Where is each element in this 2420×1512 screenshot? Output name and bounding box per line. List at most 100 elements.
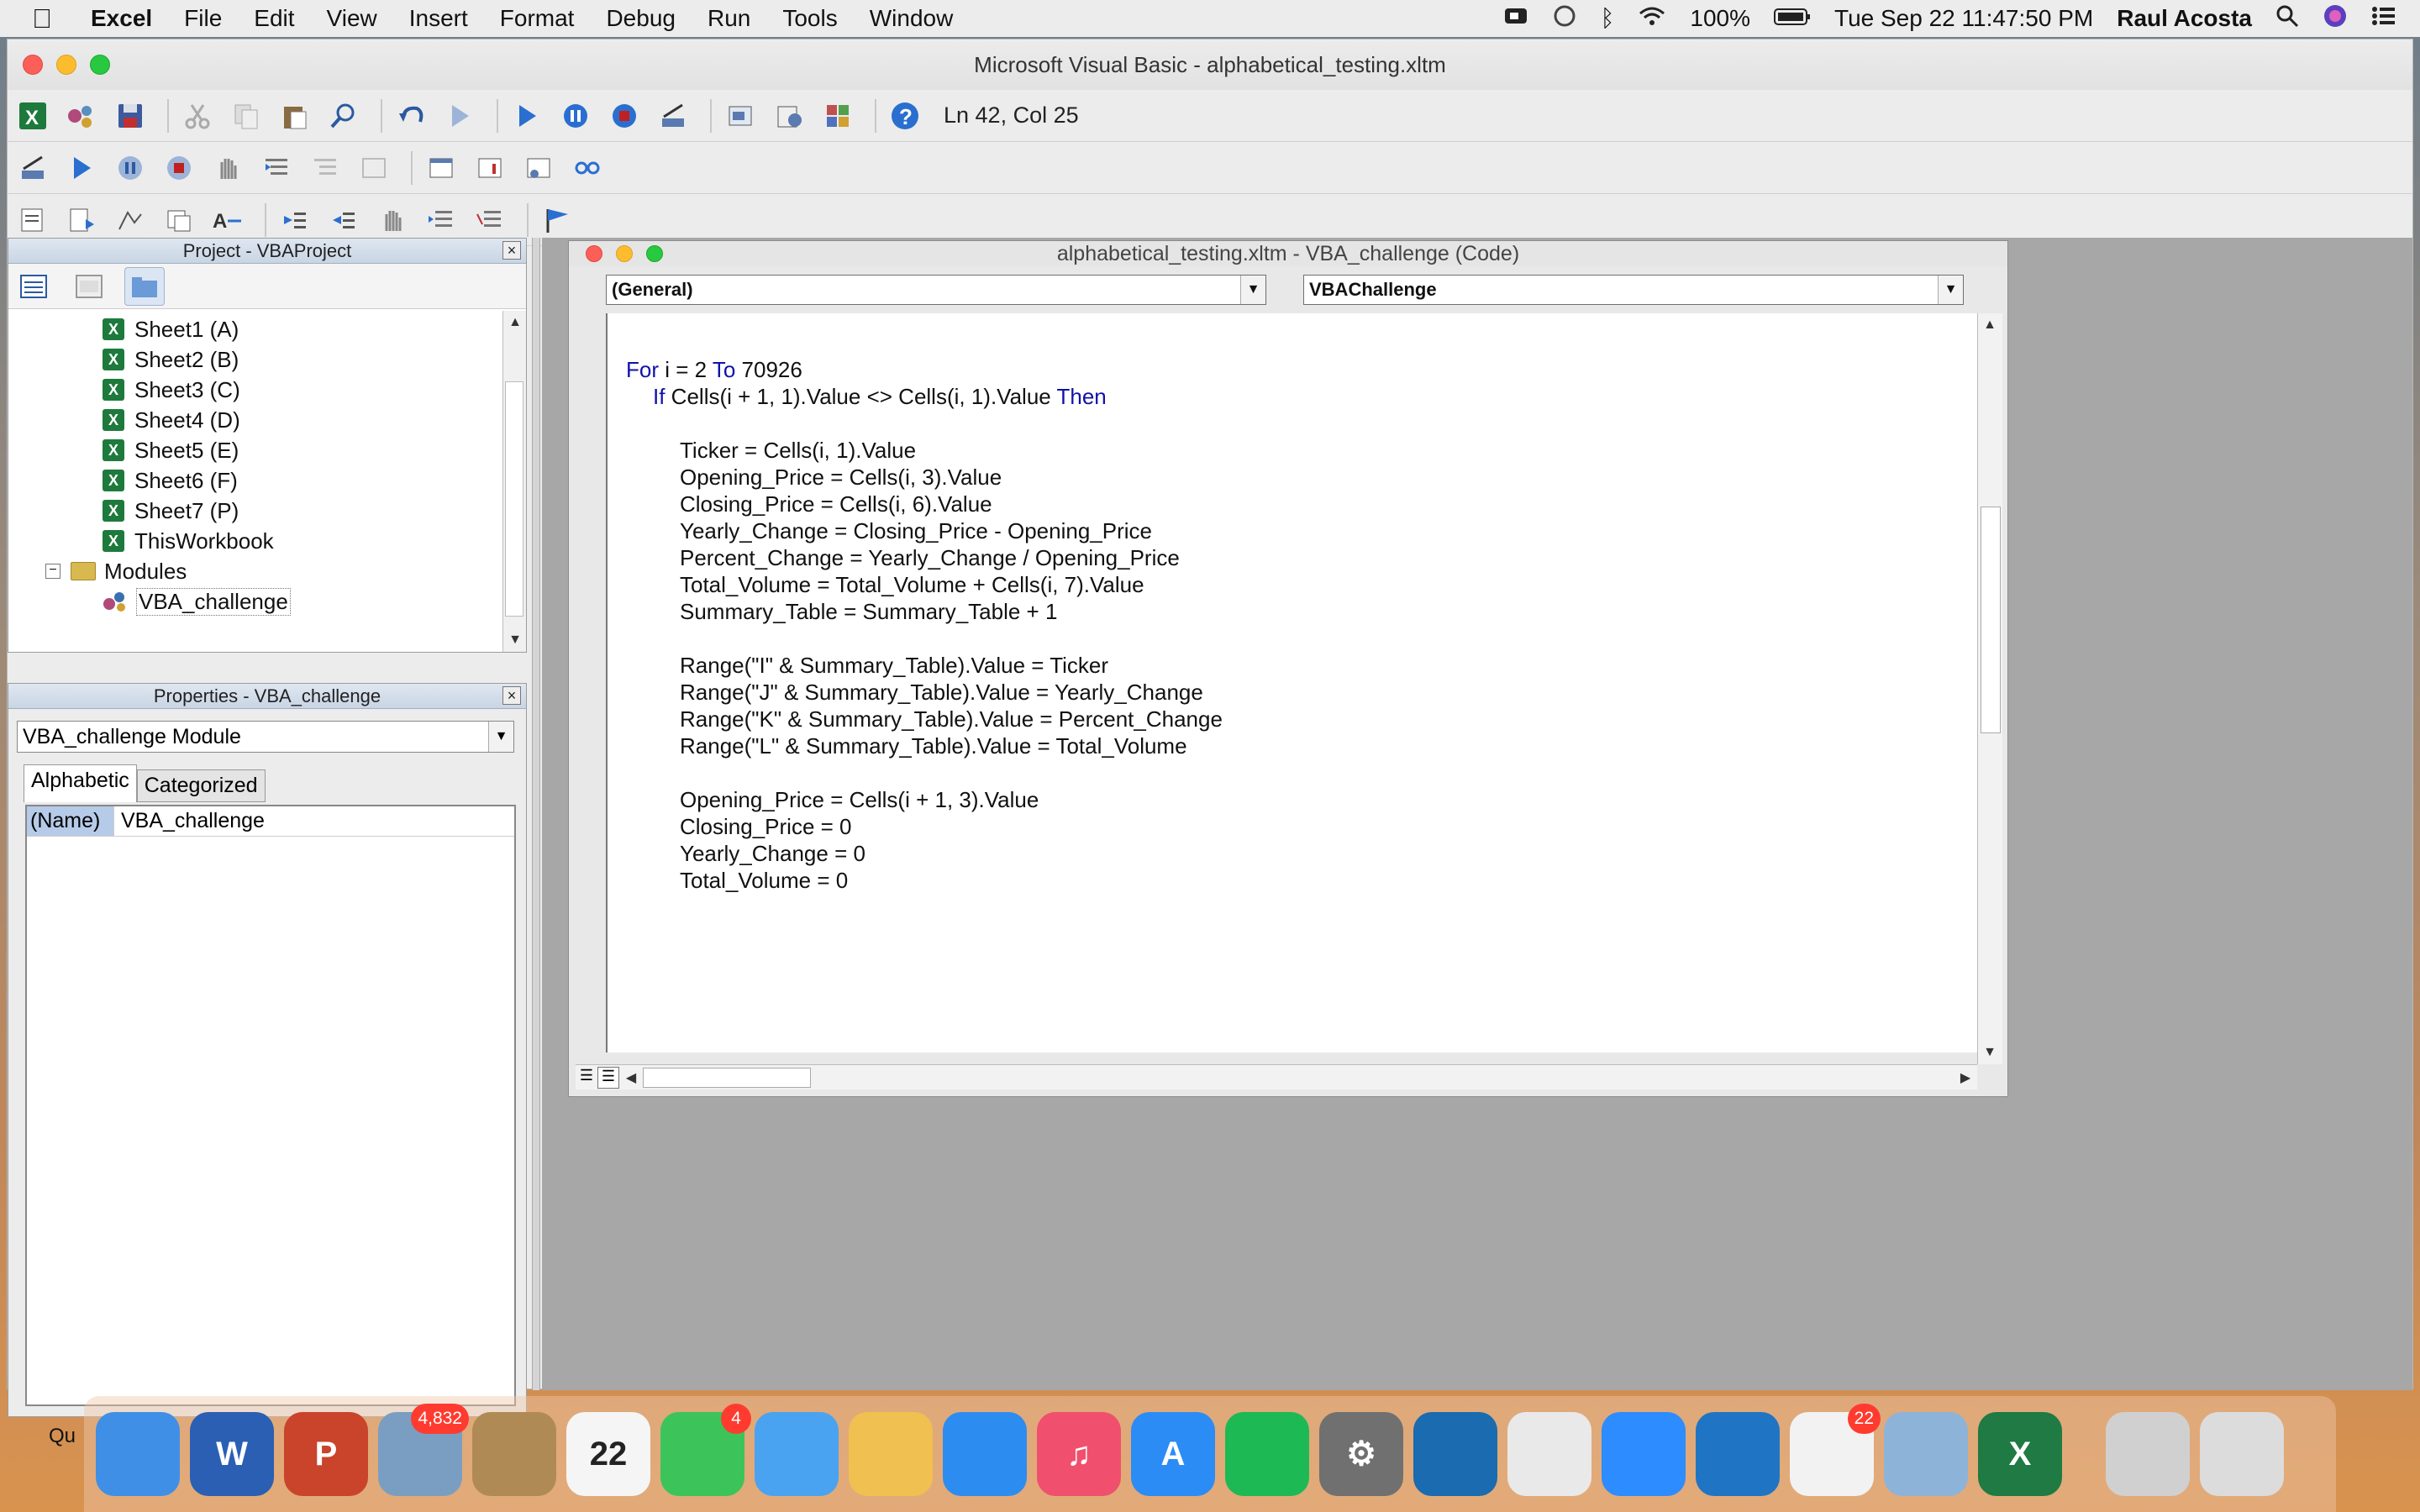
screenshot-icon[interactable] (2106, 1412, 2190, 1496)
comment-block-icon[interactable] (421, 201, 461, 239)
toggle-bookmark-icon[interactable] (537, 201, 577, 239)
scroll-up-icon[interactable]: ▲ (503, 311, 527, 334)
save-icon[interactable] (110, 97, 150, 135)
safari-icon[interactable] (943, 1412, 1027, 1496)
apple-menu-icon[interactable]:  (32, 3, 66, 34)
list-constants-icon[interactable] (61, 201, 102, 239)
close-window-button[interactable] (23, 55, 43, 75)
toggle-breakpoint-icon[interactable] (208, 149, 248, 187)
paste-icon[interactable] (275, 97, 315, 135)
contacts-icon[interactable] (472, 1412, 556, 1496)
camera-icon[interactable] (1503, 5, 1528, 33)
sync-icon[interactable] (1552, 3, 1577, 34)
battery-icon[interactable] (1774, 5, 1811, 32)
scrollbar-thumb[interactable] (643, 1067, 811, 1088)
toggle-breakpoint-icon[interactable] (372, 201, 413, 239)
webex-icon[interactable] (1413, 1412, 1497, 1496)
watch-window-icon[interactable] (518, 149, 559, 187)
design-mode-icon[interactable] (13, 149, 53, 187)
splitter[interactable] (532, 238, 540, 1390)
find-icon[interactable] (324, 97, 364, 135)
locals-window-icon[interactable] (421, 149, 461, 187)
tab-categorized[interactable]: Categorized (136, 769, 266, 802)
tab-alphabetic[interactable]: Alphabetic (24, 764, 137, 802)
step-into-icon[interactable] (256, 149, 297, 187)
menu-file[interactable]: File (184, 5, 222, 32)
tree-item-sheet7[interactable]: X Sheet7 (P) (8, 496, 502, 526)
scroll-up-icon[interactable]: ▲ (1978, 313, 2002, 337)
calendar-icon[interactable]: 22 (566, 1412, 650, 1496)
collapse-icon[interactable]: − (45, 564, 60, 579)
undo-icon[interactable] (391, 97, 431, 135)
redo-icon[interactable] (439, 97, 480, 135)
code-editor[interactable]: For i = 2 To 70926 If Cells(i + 1, 1).Va… (606, 313, 1984, 1053)
user-name[interactable]: Raul Acosta (2117, 5, 2252, 32)
reset-icon[interactable] (604, 97, 644, 135)
tree-item-thisworkbook[interactable]: X ThisWorkbook (8, 526, 502, 556)
menu-tools[interactable]: Tools (782, 5, 837, 32)
messages-icon[interactable] (755, 1412, 839, 1496)
tree-item-sheet2[interactable]: X Sheet2 (B) (8, 344, 502, 375)
siri-icon[interactable] (2323, 3, 2348, 34)
help-icon[interactable]: ? (885, 97, 925, 135)
app-store-icon[interactable]: A (1131, 1412, 1215, 1496)
finder-icon[interactable] (96, 1412, 180, 1496)
bluetooth-icon[interactable]: ᛒ (1601, 5, 1615, 32)
cut-icon[interactable] (177, 97, 218, 135)
run-icon[interactable] (61, 149, 102, 187)
full-module-view-icon[interactable]: ☰ (597, 1066, 619, 1089)
preview-icon[interactable] (1884, 1412, 1968, 1496)
view-excel-button[interactable]: X (13, 97, 53, 135)
chevron-down-icon[interactable]: ▼ (488, 722, 513, 752)
minimize-window-button[interactable] (56, 55, 76, 75)
spotlight-search-icon[interactable] (2275, 4, 2299, 34)
menu-format[interactable]: Format (500, 5, 575, 32)
wifi-icon[interactable] (1638, 5, 1666, 33)
close-code-window-button[interactable] (586, 245, 602, 262)
view-object-icon[interactable] (69, 267, 109, 306)
insert-module-icon[interactable] (61, 97, 102, 135)
word-icon[interactable]: W (190, 1412, 274, 1496)
reset-icon[interactable] (159, 149, 199, 187)
uncomment-block-icon[interactable] (470, 201, 510, 239)
zoom-icon[interactable] (1602, 1412, 1686, 1496)
trash-icon[interactable] (2200, 1412, 2284, 1496)
scroll-right-icon[interactable]: ▶ (1954, 1066, 1977, 1089)
scroll-down-icon[interactable]: ▼ (503, 628, 527, 652)
quick-watch-icon[interactable] (567, 149, 608, 187)
menu-app-name[interactable]: Excel (91, 5, 152, 32)
menu-run[interactable]: Run (708, 5, 750, 32)
slack-icon[interactable]: 22 (1790, 1404, 1881, 1496)
procedure-view-icon[interactable]: ☰ (576, 1067, 597, 1089)
tree-item-sheet5[interactable]: X Sheet5 (E) (8, 435, 502, 465)
close-icon[interactable]: × (502, 241, 521, 260)
chevron-down-icon[interactable]: ▼ (1240, 276, 1265, 304)
scroll-left-icon[interactable]: ◀ (619, 1066, 643, 1089)
menu-edit[interactable]: Edit (254, 5, 294, 32)
menu-debug[interactable]: Debug (606, 5, 676, 32)
scrollbar-thumb[interactable] (1981, 507, 2001, 733)
parameter-info-icon[interactable] (159, 201, 199, 239)
photos-icon[interactable] (849, 1412, 933, 1496)
tree-item-modules[interactable]: − Modules (8, 556, 502, 586)
property-row-name[interactable]: (Name) VBA_challenge (27, 806, 514, 837)
toolbox-icon[interactable] (818, 97, 858, 135)
mail-icon[interactable]: 4,832 (378, 1404, 469, 1496)
run-icon[interactable] (507, 97, 547, 135)
object-select[interactable]: VBA_challenge Module ▼ (17, 721, 514, 753)
object-dropdown[interactable]: (General) ▼ (606, 275, 1266, 305)
design-mode-icon[interactable] (653, 97, 693, 135)
music-icon[interactable]: ♫ (1037, 1412, 1121, 1496)
tree-item-vba-challenge[interactable]: VBA_challenge (8, 586, 502, 617)
chrome-icon[interactable] (1507, 1412, 1591, 1496)
chevron-down-icon[interactable]: ▼ (1938, 276, 1963, 304)
complete-word-icon[interactable]: A (208, 201, 248, 239)
menu-insert[interactable]: Insert (409, 5, 468, 32)
powerpoint-icon[interactable]: P (284, 1412, 368, 1496)
scrollbar-thumb[interactable] (505, 381, 523, 617)
zoom-code-window-button[interactable] (646, 245, 663, 262)
break-icon[interactable] (555, 97, 596, 135)
tree-item-sheet6[interactable]: X Sheet6 (F) (8, 465, 502, 496)
tree-item-sheet4[interactable]: X Sheet4 (D) (8, 405, 502, 435)
vscode-icon[interactable] (1696, 1412, 1780, 1496)
